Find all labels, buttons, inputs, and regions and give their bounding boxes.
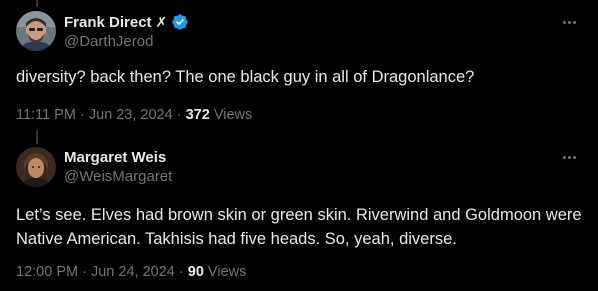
handle[interactable]: @DarthJerod: [64, 33, 153, 50]
more-options-button[interactable]: [558, 14, 580, 30]
meta-separator: ·: [178, 264, 184, 280]
more-dots-icon: [562, 20, 566, 24]
tweet[interactable]: Frank Direct ✗ @DarthJerod diversity? ba…: [0, 0, 598, 135]
tweet-thread: Frank Direct ✗ @DarthJerod diversity? ba…: [0, 0, 598, 291]
author-name-row: Margaret Weis: [64, 148, 166, 166]
display-name[interactable]: Margaret Weis: [64, 149, 166, 166]
avatar-photo: [16, 11, 56, 51]
avatar[interactable]: [16, 11, 56, 51]
tweet-meta: 12:00 PM · Jun 24, 2024 · 90 Views: [16, 264, 246, 280]
tweet-meta: 11:11 PM · Jun 23, 2024 · 372 Views: [16, 107, 252, 123]
meta-separator: ·: [79, 107, 85, 123]
verified-badge-icon[interactable]: [171, 13, 189, 31]
more-dots-icon: [572, 155, 576, 159]
handle[interactable]: @WeisMargaret: [64, 168, 172, 185]
author-name-row: Frank Direct ✗: [64, 13, 189, 31]
meta-separator: ·: [82, 264, 87, 280]
tweet[interactable]: Margaret Weis @WeisMargaret Let’s see. E…: [0, 140, 598, 291]
more-dots-icon: [562, 155, 566, 159]
views-count: 372: [185, 107, 210, 123]
tweet-time[interactable]: 12:00 PM: [16, 264, 78, 280]
tweet-date[interactable]: Jun 24, 2024: [91, 264, 175, 280]
more-dots-icon: [567, 20, 571, 24]
meta-separator: ·: [176, 107, 182, 123]
affiliation-badge-icon: ✗: [155, 14, 168, 30]
tweet-date[interactable]: Jun 23, 2024: [89, 107, 173, 123]
avatar-photo: [16, 147, 56, 187]
views-label: Views: [207, 264, 247, 280]
views-count: 90: [187, 264, 204, 280]
views-label: Views: [213, 107, 253, 123]
more-options-button[interactable]: [558, 149, 580, 165]
display-name[interactable]: Frank Direct: [64, 14, 152, 31]
more-dots-icon: [572, 20, 576, 24]
tweet-text: diversity? back then? The one black guy …: [16, 68, 475, 86]
tweet-text: Let’s see. Elves had brown skin or green…: [16, 206, 582, 248]
avatar[interactable]: [16, 147, 56, 187]
more-dots-icon: [567, 155, 571, 159]
tweet-time[interactable]: 11:11 PM: [16, 107, 76, 123]
